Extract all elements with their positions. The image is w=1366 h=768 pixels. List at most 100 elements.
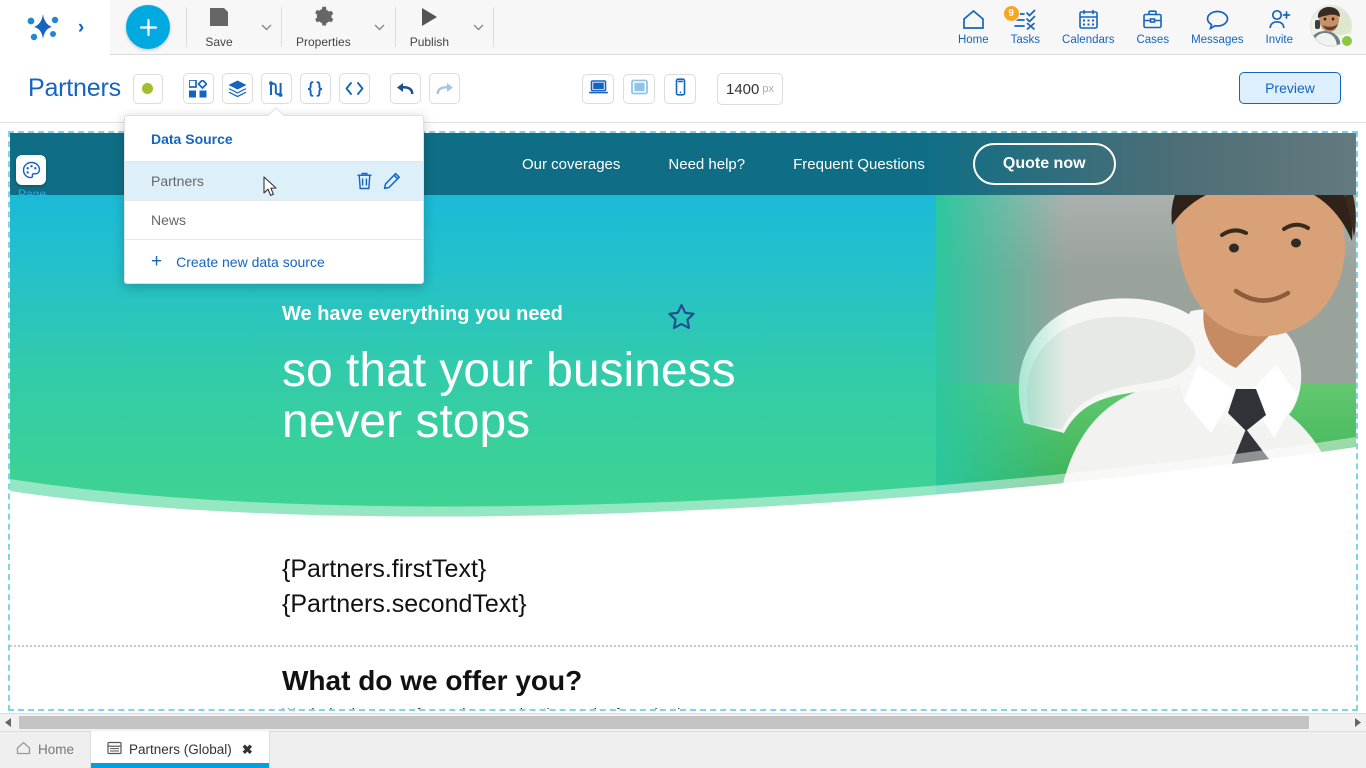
layers-icon (228, 80, 247, 98)
scrollbar-thumb[interactable] (19, 716, 1309, 729)
device-switcher: 1400 px (582, 55, 783, 123)
data-source-icon (267, 80, 285, 98)
save-label: Save (205, 34, 233, 49)
nav-item-messages[interactable]: Messages (1180, 0, 1254, 55)
mouse-cursor (263, 176, 278, 202)
triangle-right-icon[interactable] (1349, 714, 1366, 731)
undo-button[interactable] (389, 73, 421, 104)
person-add-icon (1268, 9, 1291, 31)
tab-label-home: Home (38, 742, 75, 757)
curly-braces-icon (306, 80, 324, 97)
play-triangle-icon (418, 6, 440, 33)
home-icon (962, 9, 985, 31)
save-dropdown-caret[interactable] (251, 0, 281, 55)
create-data-source-button[interactable]: + Create new data source (125, 239, 423, 283)
page-status-button[interactable] (132, 73, 163, 104)
briefcase-icon (1142, 9, 1163, 31)
nav-item-tasks[interactable]: 9 Tasks (1000, 0, 1051, 55)
preview-label: Preview (1265, 80, 1315, 96)
width-input[interactable]: 1400 px (717, 73, 783, 105)
triangle-left-icon[interactable] (0, 714, 17, 731)
scrollbar-track[interactable] (17, 714, 1349, 731)
toolbar-divider-4 (493, 7, 495, 47)
nav-label-tasks: Tasks (1010, 33, 1041, 46)
page-selection-badge[interactable]: Page (16, 155, 76, 201)
widgets-grid-icon (189, 79, 208, 98)
site-nav-link-faq[interactable]: Frequent Questions (793, 156, 925, 173)
quote-now-button[interactable]: Quote now (972, 143, 1116, 185)
star-outline-icon[interactable] (667, 303, 696, 336)
nav-label-home: Home (957, 33, 989, 46)
nav-label-messages: Messages (1191, 33, 1244, 46)
hero-title-line2[interactable]: never stops (282, 396, 736, 448)
avatar[interactable] (1310, 5, 1354, 49)
tablet-icon (630, 79, 649, 100)
code-button[interactable] (338, 73, 370, 104)
tab-partners-global[interactable]: Partners (Global) ✖ (90, 731, 270, 768)
nav-item-invite[interactable]: Invite (1255, 0, 1305, 55)
offer-heading[interactable]: What do we offer you? (282, 665, 1356, 697)
offer-paragraph[interactable]: We design insurance focused on meeting t… (282, 705, 1356, 709)
page-title: Partners (28, 74, 121, 102)
properties-dropdown-caret[interactable] (365, 0, 395, 55)
data-source-button[interactable] (260, 73, 292, 104)
nav-item-calendars[interactable]: Calendars (1051, 0, 1125, 55)
device-desktop-button[interactable] (582, 74, 614, 104)
popup-arrow (267, 107, 285, 116)
variables-button[interactable] (299, 73, 331, 104)
desktop-icon (588, 79, 608, 100)
plus-icon: + (151, 251, 163, 272)
nav-item-cases[interactable]: Cases (1125, 0, 1180, 55)
logo-zone: › (0, 0, 110, 55)
trash-icon[interactable] (356, 172, 373, 190)
undo-icon (396, 81, 415, 97)
save-group: Save (187, 0, 281, 55)
widgets-grid-button[interactable] (182, 73, 214, 104)
save-button[interactable]: Save (187, 0, 251, 55)
placeholder-first-text[interactable]: {Partners.firstText} (282, 533, 1356, 584)
publish-group: Publish (396, 0, 493, 55)
tab-home[interactable]: Home (0, 731, 90, 768)
publish-dropdown-caret[interactable] (463, 0, 493, 55)
device-mobile-button[interactable] (664, 74, 696, 104)
nav-label-invite: Invite (1265, 33, 1294, 46)
palette-icon (16, 155, 46, 185)
tasks-badge: 9 (1002, 4, 1020, 22)
top-nav-right: Home 9 Tasks Calendars Cases Messages In… (947, 0, 1366, 55)
home-outline-icon (16, 741, 31, 758)
speech-bubble-icon (1206, 9, 1229, 31)
add-button[interactable] (126, 5, 170, 49)
status-dot-icon (142, 83, 154, 94)
close-icon[interactable]: ✖ (242, 742, 253, 758)
layers-button[interactable] (221, 73, 253, 104)
device-tablet-button[interactable] (623, 74, 655, 104)
site-nav-link-coverages[interactable]: Our coverages (522, 156, 620, 173)
data-source-item-news[interactable]: News (125, 200, 423, 239)
page-body: {Partners.firstText} {Partners.secondTex… (10, 533, 1356, 709)
hero-text-block: We have everything you need so that your… (282, 303, 736, 448)
gear-icon (312, 6, 334, 33)
floppy-disk-icon (208, 6, 230, 33)
preview-button[interactable]: Preview (1239, 72, 1341, 104)
width-value: 1400 (726, 80, 760, 98)
mobile-icon (674, 77, 687, 101)
app-root: › Save Properties Publish Home 9 Tasks C… (0, 0, 1366, 768)
site-nav-link-help[interactable]: Need help? (668, 156, 745, 173)
placeholder-second-text[interactable]: {Partners.secondText} (282, 590, 1356, 619)
data-source-popup-title: Data Source (151, 131, 233, 147)
tab-active-underline (91, 763, 269, 768)
publish-button[interactable]: Publish (396, 0, 463, 55)
properties-button[interactable]: Properties (282, 0, 365, 55)
pencil-icon[interactable] (383, 172, 401, 190)
properties-label: Properties (296, 34, 351, 49)
bitrix-logo-icon[interactable] (26, 12, 60, 42)
nav-label-calendars: Calendars (1062, 33, 1115, 46)
hero-title-line1[interactable]: so that your business (282, 345, 736, 397)
horizontal-scrollbar[interactable] (0, 713, 1366, 731)
chevron-right-icon[interactable]: › (78, 18, 84, 37)
nav-item-home[interactable]: Home (947, 0, 1000, 55)
editor-toolbar: Partners 1400 px Preview (0, 55, 1366, 123)
create-data-source-label: Create new data source (176, 253, 325, 270)
redo-button[interactable] (428, 73, 460, 104)
properties-group: Properties (282, 0, 395, 55)
